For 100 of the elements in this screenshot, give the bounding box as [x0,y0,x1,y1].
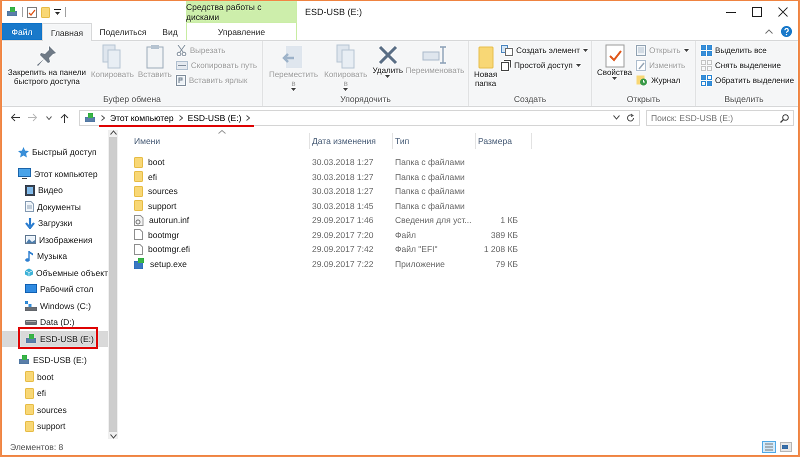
folder-icon [25,420,34,432]
address-bar[interactable]: Этот компьютер ESD-USB (E:) [79,110,640,126]
nav-item[interactable]: Загрузки [2,215,108,232]
ribbon-button[interactable]: Закрепить на панели быстрого доступа [6,43,88,87]
dropdown-icon[interactable] [54,9,61,15]
back-arrow-icon[interactable] [10,113,20,122]
file-name[interactable]: autorun.inf [132,214,310,226]
drive-icon [84,112,96,122]
table-cell-text: 389 КБ [490,230,519,240]
nav-item[interactable]: Музыка [2,248,108,264]
nav-item[interactable]: Видео [2,182,108,198]
text-cursor-icon [422,44,448,66]
ribbon-tab[interactable]: Поделиться [92,23,154,40]
scrollbar[interactable] [108,130,118,439]
table-cell-text: Сведения для уст... [394,215,473,226]
nav-item[interactable]: Рабочий стол [2,281,108,298]
file-name[interactable]: boot [132,156,310,168]
nav-item[interactable]: Windows (C:) [2,298,108,314]
ribbon-button[interactable]: Журнал [635,74,690,87]
installer-icon [134,258,145,270]
pages-icon [101,44,124,70]
film-icon [25,184,35,196]
nav-item[interactable]: Документы [2,198,108,215]
table-cell-text: Папка с файлами [394,172,466,182]
ribbon-button[interactable]: Снять выделение [700,59,796,72]
file-name[interactable]: setup.exe [132,258,310,270]
window-title: ESD-USB (E:) [305,6,362,19]
shortcut-icon [176,75,186,86]
caret-icon [612,77,618,80]
chevron-up-icon[interactable] [110,130,116,135]
column-header[interactable]: Имени [132,133,310,149]
caret-icon[interactable] [46,116,52,120]
image-icon [25,235,36,244]
group-label: Буфер обмена [102,94,162,106]
ribbon-button[interactable]: Свойства [596,43,634,81]
table-cell-text: 29.09.2017 7:42 [311,244,374,254]
ribbon-button[interactable]: Удалить [371,43,404,79]
column-header[interactable]: Дата изменения [310,133,393,149]
nav-item[interactable]: ESD-USB (E:) [2,352,108,368]
item-count: Элементов: 8 [10,442,64,452]
ribbon-tab[interactable]: Вид [154,23,186,40]
breadcrumb-item[interactable]: ESD-USB (E:) [188,112,242,122]
up-arrow-icon[interactable] [60,112,69,122]
breadcrumb-item[interactable]: Этот компьютер [110,112,174,122]
ribbon-button[interactable]: Простой доступ [500,59,589,72]
nav-item[interactable]: Изображения [2,232,108,248]
gear-document-icon [134,214,144,226]
chevron-up-icon[interactable] [765,29,773,34]
nav-item[interactable]: Этот компьютер [2,166,108,182]
chevron-icon [101,114,105,120]
nav-item[interactable]: support [2,418,108,434]
star-icon [18,146,29,158]
nav-item[interactable]: Data (D:) [2,314,108,330]
maximize-icon[interactable] [752,7,762,17]
thumbnail-view-icon[interactable] [780,442,792,452]
file-name[interactable]: sources [132,186,310,197]
nav-item[interactable]: Быстрый доступ [2,144,108,160]
ribbon-button[interactable]: Выделить все [700,44,796,57]
music-note-icon [25,250,34,262]
group-label: Выделить [723,94,765,106]
search-field[interactable]: Поиск: ESD-USB (E:) [646,110,794,126]
column-header[interactable]: Тип [393,133,476,149]
close-icon[interactable] [778,7,788,17]
file-name[interactable]: support [132,200,310,212]
ribbon-tab[interactable]: Файл [2,23,42,40]
folder-icon [478,44,494,70]
pin-icon [36,44,58,68]
search-icon[interactable] [780,114,789,122]
ribbon-tab[interactable]: Управление [186,23,297,40]
file-name[interactable]: efi [132,171,310,182]
folder-icon [134,156,143,168]
pages-icon [334,44,357,70]
nav-item[interactable]: sources [2,402,108,418]
monitor-icon [25,284,37,294]
nav-item[interactable]: efi [2,385,108,402]
refresh-icon[interactable] [626,112,635,122]
nav-item[interactable]: boot [2,368,108,385]
ribbon-button[interactable]: Новая папка [473,43,498,89]
ribbon-button[interactable]: Создать элемент [500,44,589,57]
clipboard-icon [144,44,165,70]
ribbon-tab[interactable]: Главная [42,23,92,41]
checklist-icon[interactable] [27,6,37,18]
table-cell-text: 1 КБ [499,215,519,226]
table-cell-text: 30.03.2018 1:27 [311,157,374,168]
nav-item[interactable]: Объемные объект [2,264,108,281]
file-name[interactable]: bootmgr.efi [132,244,310,255]
column-header[interactable]: Размера [476,133,532,149]
cross-icon [376,44,399,66]
monitor-icon [18,168,31,180]
chevron-down-icon[interactable] [110,434,116,439]
sort-icon[interactable] [218,130,226,134]
path-icon [176,61,188,70]
drive-icon [25,319,37,326]
file-name[interactable]: bootmgr [132,229,310,240]
caret-icon [582,49,588,52]
table-cell-text: 79 КБ [494,258,519,269]
details-view-icon[interactable] [762,441,776,453]
help-icon[interactable] [781,26,792,37]
ribbon-button[interactable]: Обратить выделение [700,74,796,87]
caret-icon[interactable] [613,115,620,120]
